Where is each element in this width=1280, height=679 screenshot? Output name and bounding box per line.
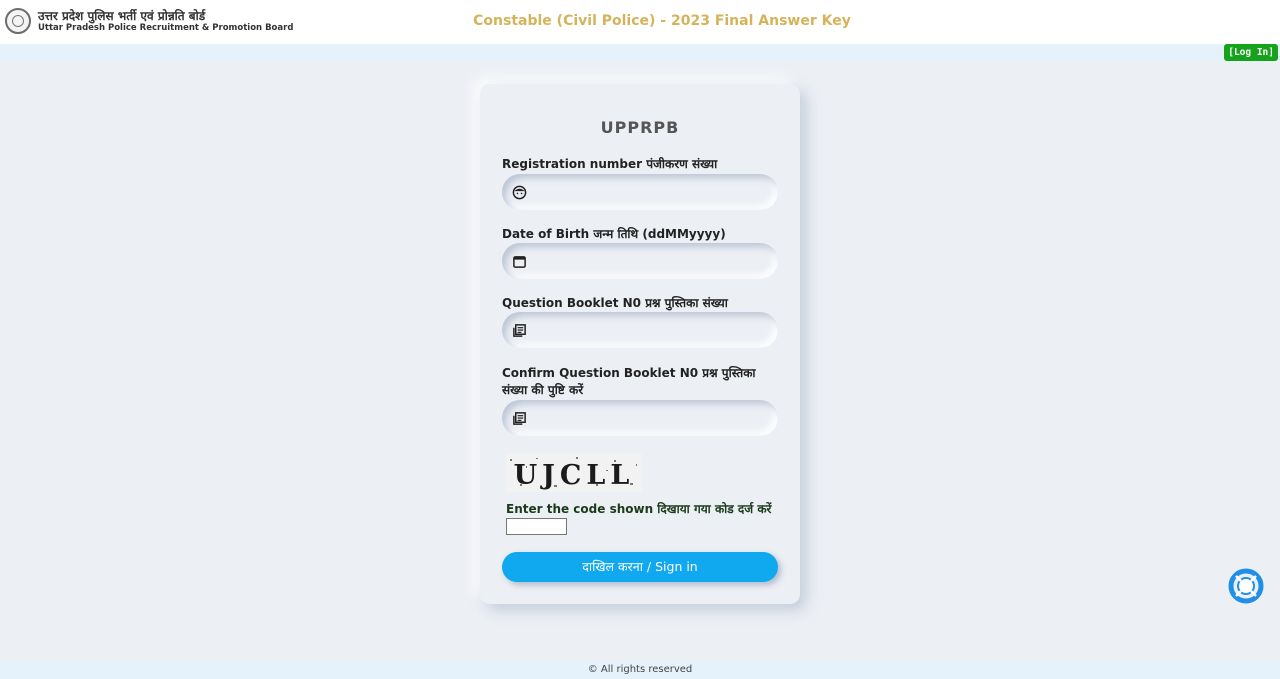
confirm-booklet-input[interactable]	[527, 403, 778, 433]
dob-label: Date of Birth जन्म तिथि (ddMMyyyy)	[502, 227, 726, 241]
calendar-icon	[511, 253, 527, 269]
captcha-image: UJCLL	[506, 454, 642, 492]
support-icon	[1228, 568, 1264, 604]
booklet-icon	[511, 410, 527, 426]
registration-label: Registration number पंजीकरण संख्या	[502, 157, 718, 171]
sub-header-bar	[0, 44, 1280, 62]
login-button[interactable]: [Log In]	[1224, 44, 1278, 61]
captcha-label: Enter the code shown दिखाया गया कोड दर्ज…	[506, 502, 772, 516]
booklet-input[interactable]	[527, 315, 778, 345]
captcha-code: UJCLL	[514, 460, 635, 491]
signin-button[interactable]: दाखिल करना / Sign in	[502, 552, 778, 582]
login-card: UPPRPB Registration number पंजीकरण संख्य…	[480, 84, 800, 604]
registration-field[interactable]	[502, 174, 778, 210]
footer: © All rights reserved	[0, 662, 1280, 679]
captcha-input[interactable]	[506, 518, 567, 535]
card-title: UPPRPB	[600, 118, 680, 137]
confirm-booklet-field[interactable]	[502, 400, 778, 436]
help-widget-button[interactable]	[1228, 568, 1264, 604]
confirm-booklet-label: Confirm Question Booklet N0 प्रश्न पुस्त…	[502, 366, 756, 397]
booklet-field[interactable]	[502, 312, 778, 348]
booklet-label: Question Booklet N0 प्रश्न पुस्तिका संख्…	[502, 296, 728, 310]
booklet-icon	[511, 322, 527, 338]
dob-field[interactable]	[502, 243, 778, 279]
footer-text: © All rights reserved	[587, 664, 693, 675]
face-icon	[511, 184, 527, 200]
header: उत्तर प्रदेश पुलिस भर्ती एवं प्रोन्नति ब…	[0, 0, 1280, 44]
page-title: Constable (Civil Police) - 2023 Final An…	[473, 13, 851, 29]
dob-input[interactable]	[527, 246, 778, 276]
registration-input[interactable]	[527, 177, 778, 207]
